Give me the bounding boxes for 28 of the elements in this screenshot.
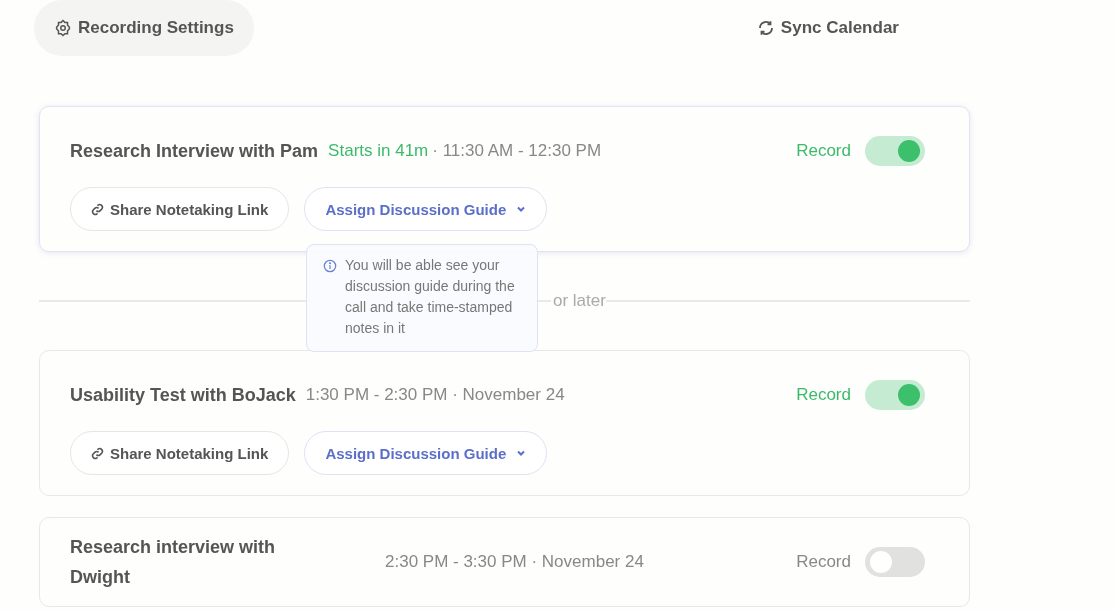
meeting-time: 2:30 PM - 3:30 PM · November 24 — [385, 552, 645, 572]
meeting-title: Research Interview with Pam — [70, 140, 319, 162]
tooltip-text: You will be able see your discussion guide during the call and take time-stamped notes in it — [345, 256, 516, 338]
record-toggle[interactable] — [865, 136, 925, 166]
record-toggle[interactable] — [865, 547, 925, 577]
meeting-time: · 11:30 AM - 12:30 PM — [432, 141, 602, 161]
chevron-down-icon — [516, 204, 527, 214]
share-link-button[interactable]: Share Notetaking Link — [70, 187, 290, 231]
info-icon — [323, 259, 337, 273]
record-toggle[interactable] — [865, 380, 925, 410]
meeting-title: Usability Test with BoJack — [70, 384, 296, 406]
share-link-button[interactable]: Share Notetaking Link — [70, 431, 290, 475]
record-label: Record — [796, 141, 851, 161]
sync-icon — [756, 19, 775, 37]
meeting-title: Research interview with Dwight — [70, 536, 277, 589]
sync-calendar-button[interactable]: Sync Calendar — [750, 18, 905, 38]
assign-guide-button[interactable]: Assign Discussion Guide — [304, 187, 548, 231]
recording-settings-button[interactable]: Recording Settings — [34, 0, 254, 56]
start-countdown: Starts in 41m — [328, 141, 429, 161]
settings-icon — [54, 19, 72, 37]
meeting-time: 1:30 PM - 2:30 PM · November 24 — [305, 385, 565, 405]
assign-guide-button[interactable]: Assign Discussion Guide — [304, 431, 548, 475]
chevron-down-icon — [516, 448, 527, 458]
record-label: Record — [796, 385, 851, 405]
divider-label: or later — [552, 291, 606, 311]
record-label: Record — [796, 552, 851, 572]
link-icon — [91, 446, 104, 460]
link-icon — [91, 202, 104, 216]
